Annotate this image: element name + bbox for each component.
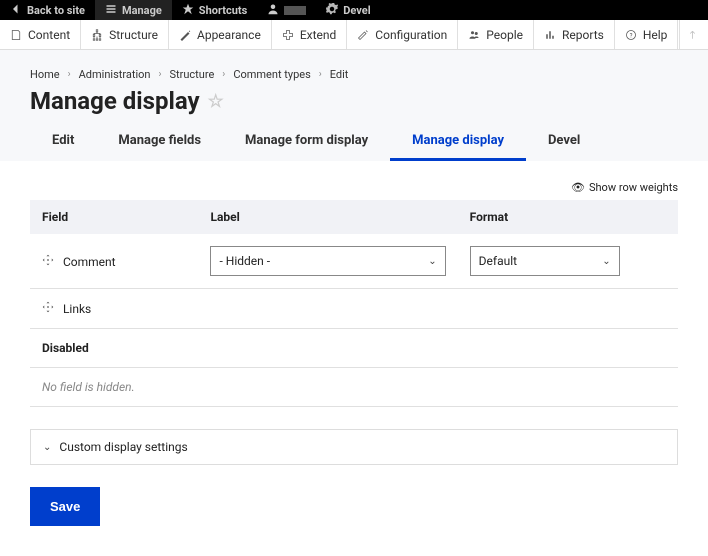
manage-label: Manage bbox=[122, 4, 162, 17]
th-field: Field bbox=[30, 200, 198, 234]
empty-message: No field is hidden. bbox=[30, 368, 678, 407]
structure-icon bbox=[91, 29, 103, 41]
crumb-home[interactable]: Home bbox=[30, 68, 60, 81]
drag-handle-icon[interactable] bbox=[42, 254, 54, 266]
format-select[interactable]: Default ⌄ bbox=[470, 246, 620, 276]
shortcut-star-icon[interactable]: ☆ bbox=[208, 91, 224, 112]
breadcrumb: Home › Administration › Structure › Comment… bbox=[0, 50, 708, 87]
page-region: Home › Administration › Structure › Comment… bbox=[0, 50, 708, 161]
chevron-down-icon: ⌄ bbox=[602, 256, 610, 267]
menu-extend[interactable]: Extend bbox=[272, 20, 347, 49]
back-label: Back to site bbox=[27, 4, 85, 17]
save-button[interactable]: Save bbox=[30, 487, 100, 526]
config-icon bbox=[357, 29, 369, 41]
chevron-right-icon: › bbox=[319, 69, 322, 80]
menu-help[interactable]: ?Help bbox=[615, 20, 679, 49]
crumb-comment-types[interactable]: Comment types bbox=[233, 68, 310, 81]
gear-icon bbox=[326, 3, 338, 18]
crumb-structure[interactable]: Structure bbox=[169, 68, 214, 81]
menu-appearance[interactable]: Appearance bbox=[169, 20, 272, 49]
back-icon bbox=[10, 3, 22, 18]
user-icon bbox=[267, 3, 279, 18]
tab-edit[interactable]: Edit bbox=[30, 123, 96, 161]
chevron-down-icon: ⌄ bbox=[428, 256, 436, 267]
chevron-right-icon: › bbox=[222, 69, 225, 80]
field-name: Comment bbox=[63, 255, 116, 269]
drag-handle-icon[interactable] bbox=[42, 301, 54, 313]
help-icon: ? bbox=[625, 29, 637, 41]
user-menu[interactable] bbox=[257, 0, 316, 20]
show-row-weights[interactable]: 👁Show row weights bbox=[30, 175, 678, 200]
menu-configuration[interactable]: Configuration bbox=[347, 20, 458, 49]
th-format: Format bbox=[458, 200, 678, 234]
manage-toggle[interactable]: Manage bbox=[95, 0, 172, 20]
devel-label: Devel bbox=[343, 4, 370, 17]
reports-icon bbox=[544, 29, 556, 41]
back-to-site[interactable]: Back to site bbox=[0, 0, 95, 20]
menu-people[interactable]: People bbox=[458, 20, 534, 49]
display-table: Field Label Format Comment - Hidden - ⌄ bbox=[30, 200, 678, 407]
eye-icon: 👁 bbox=[571, 181, 585, 194]
th-label: Label bbox=[198, 200, 457, 234]
table-row: Links bbox=[30, 289, 678, 329]
primary-tabs: Edit Manage fields Manage form display M… bbox=[0, 123, 708, 161]
tab-devel[interactable]: Devel bbox=[526, 123, 602, 161]
tab-manage-fields[interactable]: Manage fields bbox=[96, 123, 223, 161]
chevron-down-icon: ⌄ bbox=[43, 442, 51, 453]
arrow-icon bbox=[688, 29, 700, 41]
tab-manage-display[interactable]: Manage display bbox=[390, 123, 526, 161]
shortcuts-label: Shortcuts bbox=[199, 4, 247, 17]
menu-structure[interactable]: Structure bbox=[81, 20, 169, 49]
user-label bbox=[284, 6, 306, 15]
custom-display-settings[interactable]: ⌄ Custom display settings bbox=[30, 429, 678, 465]
appearance-icon bbox=[179, 29, 191, 41]
tab-manage-form-display[interactable]: Manage form display bbox=[223, 123, 390, 161]
toolbar-top: Back to site Manage Shortcuts Devel bbox=[0, 0, 708, 20]
chevron-right-icon: › bbox=[158, 69, 161, 80]
disabled-region: Disabled bbox=[30, 329, 678, 368]
extend-icon bbox=[282, 29, 294, 41]
menu-content[interactable]: Content bbox=[0, 20, 81, 49]
devel-menu[interactable]: Devel bbox=[316, 0, 380, 20]
crumb-admin[interactable]: Administration bbox=[79, 68, 151, 81]
admin-menubar: Content Structure Appearance Extend Conf… bbox=[0, 20, 708, 50]
label-select[interactable]: - Hidden - ⌄ bbox=[210, 246, 445, 276]
shortcuts-menu[interactable]: Shortcuts bbox=[172, 0, 257, 20]
crumb-edit[interactable]: Edit bbox=[330, 68, 349, 81]
orientation-toggle[interactable] bbox=[679, 20, 708, 49]
chevron-right-icon: › bbox=[68, 69, 71, 80]
field-name: Links bbox=[63, 302, 91, 316]
content-region: 👁Show row weights Field Label Format Com… bbox=[0, 161, 708, 556]
content-icon bbox=[10, 29, 22, 41]
people-icon bbox=[468, 29, 480, 41]
star-icon bbox=[182, 3, 194, 18]
menu-reports[interactable]: Reports bbox=[534, 20, 615, 49]
menu-icon bbox=[105, 3, 117, 18]
svg-text:?: ? bbox=[629, 32, 632, 39]
table-row: Comment - Hidden - ⌄ Default ⌄ bbox=[30, 234, 678, 289]
page-title: Manage display ☆ bbox=[0, 87, 708, 123]
